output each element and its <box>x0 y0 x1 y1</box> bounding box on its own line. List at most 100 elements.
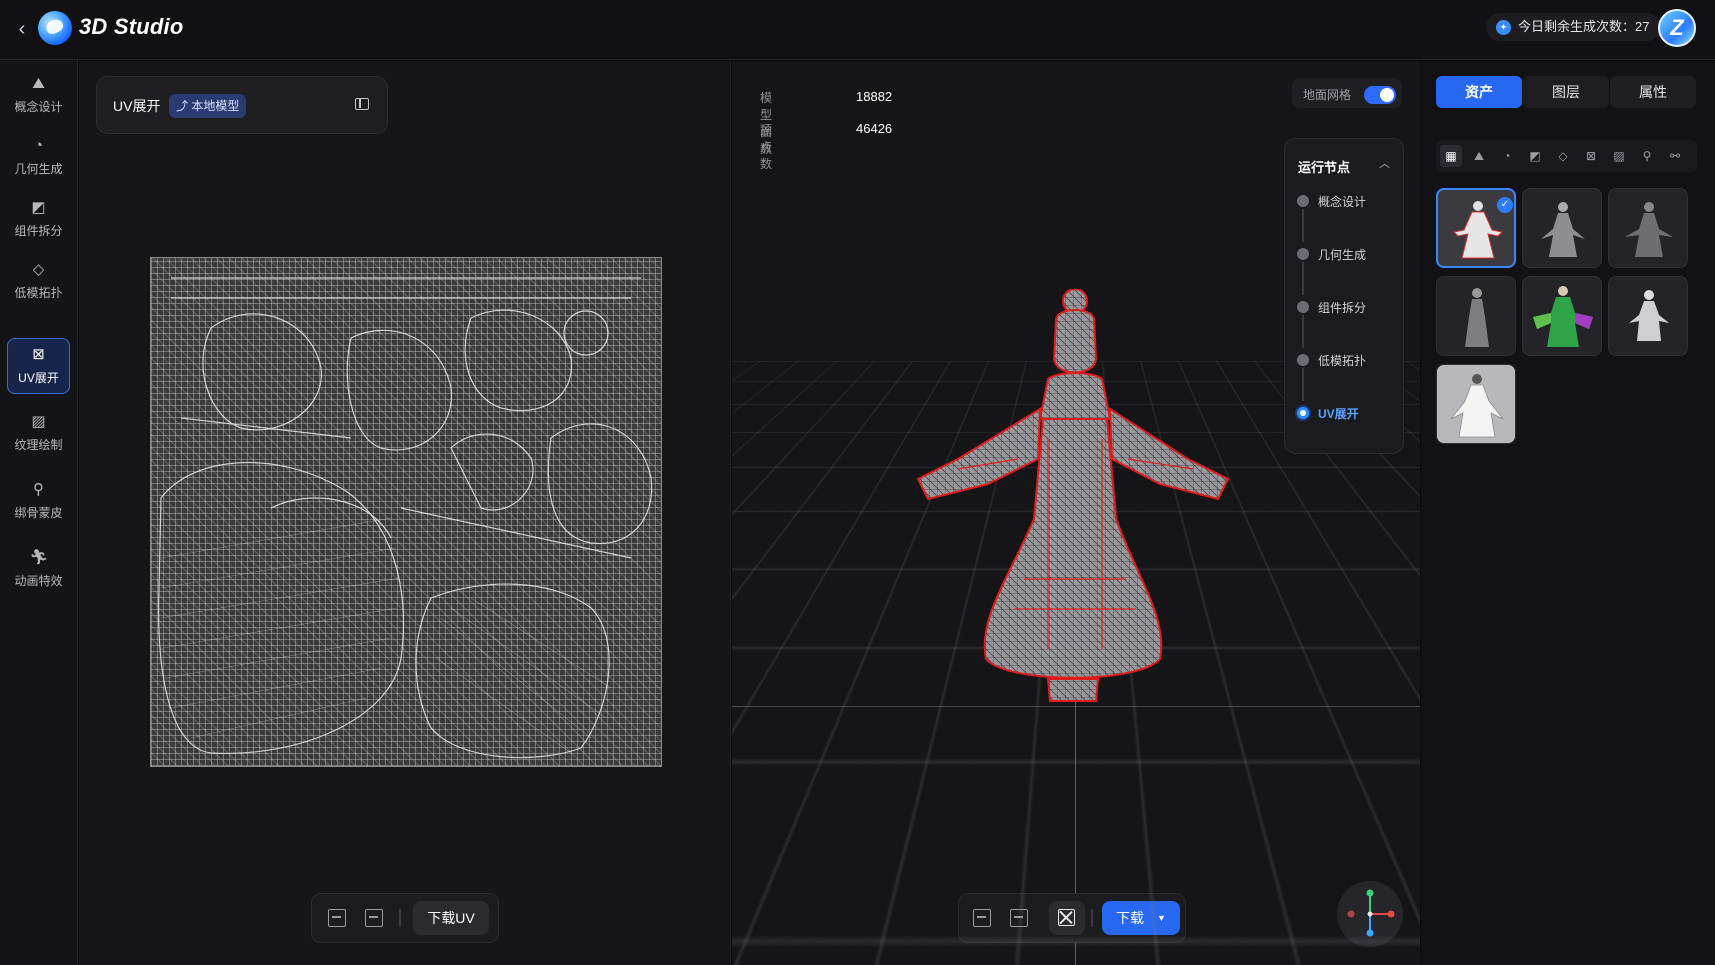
character-preview <box>1465 288 1489 347</box>
node-connector <box>1302 209 1304 242</box>
axis-gizmo[interactable] <box>1337 881 1403 947</box>
asset-thumbnail[interactable] <box>1608 188 1688 268</box>
image-icon[interactable]: ⛰ <box>1468 145 1490 167</box>
animation-icon[interactable]: ⚯ <box>1664 145 1686 167</box>
character-preview <box>1629 290 1669 341</box>
node-geometry[interactable]: 几何生成 <box>1297 244 1397 264</box>
stat-label: 顶点数 <box>760 123 773 171</box>
ground-grid-label: 地面网格 <box>1303 88 1352 102</box>
sidebar-item-label: UV展开 <box>18 371 59 385</box>
spark-icon: ✦ <box>1496 20 1511 35</box>
node-connector <box>1302 262 1304 295</box>
quota-label: 今日剩余生成次数：27 <box>1518 19 1650 34</box>
animation-icon: 🏃︎ <box>29 549 49 566</box>
node-uv-unwrap[interactable]: UV展开 <box>1297 403 1397 423</box>
asset-thumbnail[interactable] <box>1436 364 1516 444</box>
sidebar-item-uv-unwrap[interactable]: ⊠ UV展开 <box>7 338 70 394</box>
ground-grid-switch[interactable] <box>1364 86 1396 104</box>
node-label: UV展开 <box>1318 407 1359 421</box>
sidebar-item-component-split[interactable]: ◩ 组件拆分 <box>7 192 70 248</box>
sidebar-item-label: 几何生成 <box>14 162 63 176</box>
viewport-toolbar: 下载 ▼ <box>958 893 1186 943</box>
texture-icon: ▨ <box>31 413 46 430</box>
stat-value: 46426 <box>856 121 893 136</box>
character-wireframe-model[interactable] <box>898 289 1248 709</box>
avatar[interactable]: Z <box>1658 9 1696 47</box>
local-model-label: 本地模型 <box>191 99 240 113</box>
local-model-tag[interactable]: ⤴ 本地模型 <box>169 94 247 118</box>
node-status-dot <box>1297 301 1309 313</box>
uv-panel-title: UV展开 <box>113 98 161 114</box>
sidebar-item-label: 概念设计 <box>14 100 63 114</box>
node-label: 几何生成 <box>1318 248 1367 262</box>
sidebar-item-label: 纹理绘制 <box>14 438 63 452</box>
3d-studio-logo <box>38 11 72 45</box>
topology-icon[interactable]: ◇ <box>1552 145 1574 167</box>
chevron-left-icon[interactable]: ‹ <box>12 18 32 40</box>
skeleton-icon: ⚲ <box>33 481 44 498</box>
sidebar-item-animation[interactable]: 🏃︎ 动画特效 <box>7 542 70 598</box>
node-concept-design[interactable]: 概念设计 <box>1297 191 1397 211</box>
sidebar-item-label: 低模拓扑 <box>14 286 63 300</box>
character-preview <box>1533 286 1593 347</box>
selected-check-icon: ✓ <box>1497 197 1513 213</box>
asset-filter-bar: ▦ ⛰ ◔ ◩ ◇ ⊠ ▨ ⚲ ⚯ <box>1436 140 1697 172</box>
sidebar-item-label: 组件拆分 <box>14 224 63 238</box>
uv-header-card: UV展开 ⤴ 本地模型 <box>96 76 388 134</box>
node-low-poly[interactable]: 低模拓扑 <box>1297 350 1397 370</box>
sidebar-item-low-poly[interactable]: ◇ 低模拓扑 <box>7 254 70 310</box>
asset-thumbnail[interactable] <box>1608 276 1688 356</box>
node-connector <box>1302 315 1304 348</box>
download-label: 下载 <box>1116 910 1144 926</box>
image-icon: ⛰ <box>32 75 45 92</box>
toolbar-divider <box>399 909 401 927</box>
wireframe-icon <box>1058 909 1075 926</box>
stat-value: 18882 <box>856 89 893 104</box>
app-title: 3D Studio <box>79 14 184 39</box>
fit-view-icon[interactable] <box>973 909 991 927</box>
asset-thumbnail[interactable] <box>1522 276 1602 356</box>
right-panel-tabs: 资产 图层 属性 <box>1436 76 1697 108</box>
tab-properties[interactable]: 属性 <box>1610 76 1696 108</box>
all-icon[interactable]: ▦ <box>1440 145 1462 167</box>
skeleton-icon[interactable]: ⚲ <box>1636 145 1658 167</box>
sidebar-item-rigging[interactable]: ⚲ 绑骨蒙皮 <box>7 474 70 530</box>
sidebar-item-texture[interactable]: ▨ 纹理绘制 <box>7 406 70 462</box>
uv-icon: ⊠ <box>32 346 45 363</box>
node-component-split[interactable]: 组件拆分 <box>1297 297 1397 317</box>
run-nodes-title: 运行节点 <box>1298 160 1351 175</box>
sidebar-item-concept-design[interactable]: ⛰ 概念设计 <box>7 68 70 124</box>
download-uv-button[interactable]: 下载UV <box>413 901 489 935</box>
uv-panel: UV展开 ⤴ 本地模型 下载UV <box>79 61 731 965</box>
run-nodes-panel: 运行节点 ︿ 概念设计 几何生成 组件拆分 低模拓扑 UV展开 <box>1284 138 1404 454</box>
frame-icon[interactable] <box>365 909 383 927</box>
node-status-dot <box>1297 407 1309 419</box>
download-button[interactable]: 下载 ▼ <box>1102 901 1180 935</box>
toolbar-divider <box>1091 909 1093 927</box>
tab-layers[interactable]: 图层 <box>1523 76 1609 108</box>
asset-thumbnail[interactable] <box>1522 188 1602 268</box>
panel-toggle-icon[interactable] <box>355 98 369 110</box>
node-label: 组件拆分 <box>1318 301 1367 315</box>
asset-thumbnail[interactable]: ✓ <box>1436 188 1516 268</box>
sidebar-item-label: 动画特效 <box>14 574 63 588</box>
character-preview <box>1541 202 1585 257</box>
uv-icon[interactable]: ⊠ <box>1580 145 1602 167</box>
node-connector <box>1302 368 1304 401</box>
tab-assets[interactable]: 资产 <box>1436 76 1522 108</box>
split-icon[interactable]: ◩ <box>1524 145 1546 167</box>
shapes-icon: ◔ <box>33 137 44 154</box>
wireframe-toggle[interactable] <box>1049 901 1085 935</box>
fit-view-icon[interactable] <box>328 909 346 927</box>
3d-viewport[interactable]: 模型面数 18882 顶点数 46426 地面网格 运行节点 ︿ 概念设计 几何… <box>732 61 1420 965</box>
sidebar-item-geometry[interactable]: ◔ 几何生成 <box>7 130 70 186</box>
ground-grid-toggle: 地面网格 <box>1292 78 1402 108</box>
uv-map-canvas[interactable] <box>150 257 662 767</box>
shapes-icon[interactable]: ◔ <box>1496 145 1518 167</box>
left-sidebar: ⛰ 概念设计 ◔ 几何生成 ◩ 组件拆分 ◇ 低模拓扑 ⊠ UV展开 ▨ 纹理绘… <box>0 60 78 965</box>
frame-icon[interactable] <box>1010 909 1028 927</box>
texture-icon[interactable]: ▨ <box>1608 145 1630 167</box>
asset-thumbnail[interactable] <box>1436 276 1516 356</box>
caret-down-icon: ▼ <box>1157 913 1166 923</box>
chevron-up-icon[interactable]: ︿ <box>1379 155 1390 171</box>
